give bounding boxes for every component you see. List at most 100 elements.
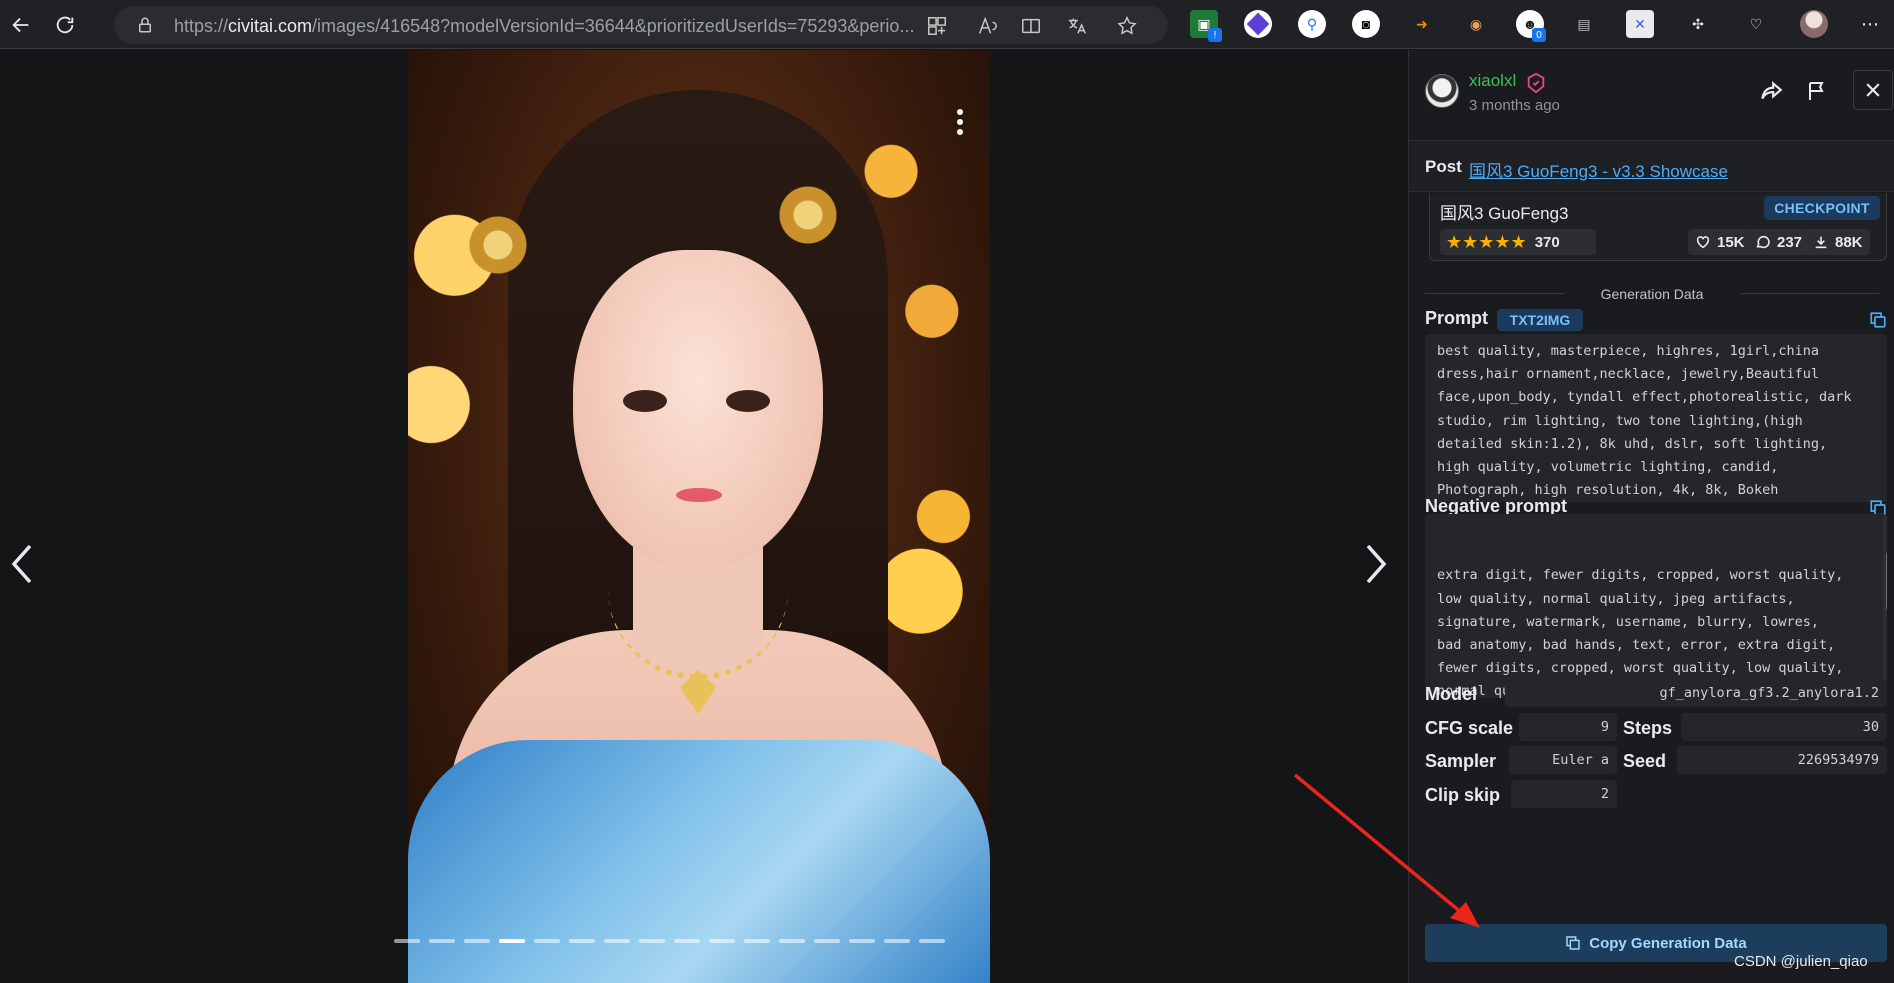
steps-label: Steps xyxy=(1623,718,1673,738)
image-lips xyxy=(676,488,722,502)
slide-indicator[interactable] xyxy=(429,939,455,943)
copy-icon xyxy=(1566,936,1580,950)
download-icon xyxy=(1815,236,1827,249)
model-card[interactable]: 国风3 GuoFeng3 CHECKPOINT ★★★★★ 370 15K 23… xyxy=(1429,193,1887,261)
username-link[interactable]: xiaolxl xyxy=(1469,71,1516,91)
image-dress xyxy=(408,740,990,983)
slide-indicator[interactable] xyxy=(709,939,735,943)
generation-data-divider: Generation Data xyxy=(1425,286,1879,302)
clip-skip-value: 2 xyxy=(1511,780,1617,808)
copy-generation-data-label: Copy Generation Data xyxy=(1589,934,1747,952)
copy-prompt-icon[interactable] xyxy=(1869,311,1887,329)
comments-stat: 237 xyxy=(1748,229,1810,255)
comment-icon xyxy=(1756,235,1770,249)
favorite-star-icon[interactable] xyxy=(1116,15,1138,37)
slide-indicator[interactable] xyxy=(814,939,840,943)
url-domain: civitai.com xyxy=(228,16,313,36)
image-options-icon[interactable] xyxy=(955,108,965,136)
extension-pin-icon[interactable]: ⚲ xyxy=(1298,10,1326,38)
extension-reader-icon[interactable]: ▤ xyxy=(1570,10,1598,38)
immersive-reader-icon[interactable] xyxy=(1020,15,1042,37)
seed-value: 2269534979 xyxy=(1677,746,1887,774)
read-aloud-icon[interactable] xyxy=(976,15,998,37)
post-label: Post xyxy=(1425,157,1462,176)
slide-indicator[interactable] xyxy=(639,939,665,943)
extension-mask-icon[interactable]: ◙ xyxy=(1352,10,1380,38)
avatar[interactable] xyxy=(1425,74,1459,108)
post-link[interactable]: 国风3 GuoFeng3 - v3.3 Showcase xyxy=(1469,157,1728,182)
comments-count: 237 xyxy=(1777,233,1803,251)
flag-icon xyxy=(1809,82,1824,100)
slide-indicator[interactable] xyxy=(849,939,875,943)
previous-image-button[interactable] xyxy=(8,540,36,588)
address-bar[interactable]: https://civitai.com/images/416548?modelV… xyxy=(114,6,1168,44)
watermark: CSDN @julien_qiao xyxy=(1734,953,1868,970)
profile-avatar-icon[interactable] xyxy=(1800,10,1828,38)
model-name[interactable]: 国风3 GuoFeng3 xyxy=(1440,199,1569,224)
slide-indicator[interactable] xyxy=(604,939,630,943)
slide-indicator[interactable] xyxy=(569,939,595,943)
likes-count: 15K xyxy=(1717,233,1745,251)
slide-indicator[interactable] xyxy=(884,939,910,943)
downloads-count: 88K xyxy=(1835,233,1863,251)
model-field-value: gf_anylora_gf3.2_anylora1.2 xyxy=(1505,679,1887,707)
image-hair-ornament-right xyxy=(778,170,838,260)
url-path: /images/416548?modelVersionId=36644&prio… xyxy=(312,16,915,36)
sampler-label: Sampler xyxy=(1425,751,1497,771)
share-button[interactable] xyxy=(1753,73,1789,109)
image-viewer xyxy=(0,50,1408,983)
negative-prompt-scrollbar[interactable]: ▲ ▼ xyxy=(1883,514,1887,698)
close-icon xyxy=(1866,83,1880,97)
back-button[interactable] xyxy=(4,8,38,42)
rating-count: 370 xyxy=(1534,233,1560,251)
slide-indicator[interactable] xyxy=(779,939,805,943)
report-button[interactable] xyxy=(1799,73,1835,109)
slide-indicator[interactable] xyxy=(744,939,770,943)
slide-indicator[interactable] xyxy=(534,939,560,943)
scroll-up-icon[interactable]: ▲ xyxy=(1886,517,1887,527)
extension-bird-icon[interactable]: ✕ xyxy=(1626,10,1654,38)
extension-cookie-icon[interactable]: ◉ xyxy=(1462,10,1490,38)
slide-indicator[interactable] xyxy=(394,939,420,943)
negative-prompt-box[interactable]: extra digit, fewer digits, cropped, wors… xyxy=(1425,514,1887,698)
prompt-type-badge: TXT2IMG xyxy=(1497,309,1583,331)
app-available-icon[interactable] xyxy=(926,15,948,37)
extensions-puzzle-icon[interactable]: ✣ xyxy=(1684,10,1712,38)
url-prefix: https:// xyxy=(174,16,229,36)
slide-indicator[interactable] xyxy=(499,939,525,943)
scrollbar-thumb[interactable] xyxy=(1886,550,1887,612)
model-field-label: Model xyxy=(1425,684,1477,704)
image-eye-left xyxy=(623,390,667,412)
close-button[interactable] xyxy=(1853,70,1893,110)
post-row: Post 国风3 GuoFeng3 - v3.3 Showcase xyxy=(1409,140,1894,192)
extension-cube-icon[interactable] xyxy=(1244,10,1272,38)
next-image-button[interactable] xyxy=(1362,540,1390,588)
generation-data-title: Generation Data xyxy=(1600,286,1704,302)
creator-badge-icon xyxy=(1527,72,1545,94)
reload-button[interactable] xyxy=(48,8,82,42)
divider-line-right xyxy=(1741,293,1879,294)
rating-stars-icon: ★★★★★ xyxy=(1446,231,1527,252)
more-menu-icon[interactable]: ⋯ xyxy=(1856,10,1884,38)
steps-value: 30 xyxy=(1681,713,1887,741)
share-icon xyxy=(1761,81,1783,100)
chevron-right-icon xyxy=(1366,544,1387,584)
slide-indicator[interactable] xyxy=(674,939,700,943)
clip-skip-label: Clip skip xyxy=(1425,785,1501,805)
slide-indicators xyxy=(394,939,945,943)
downloads-stat: 88K xyxy=(1806,229,1870,255)
post-time-ago: 3 months ago xyxy=(1469,97,1560,114)
likes-stat: 15K xyxy=(1688,229,1752,255)
seed-label: Seed xyxy=(1623,751,1667,771)
slide-indicator[interactable] xyxy=(919,939,945,943)
prompt-label: Prompt xyxy=(1425,308,1488,328)
lock-icon xyxy=(139,17,151,33)
url-text[interactable]: https://civitai.com/images/416548?modelV… xyxy=(174,16,1024,37)
translate-icon[interactable] xyxy=(1066,15,1088,37)
browser-essentials-icon[interactable]: ♡ xyxy=(1742,10,1770,38)
extension-arrow-icon[interactable]: ➜ xyxy=(1408,10,1436,38)
generated-image xyxy=(408,50,990,983)
negative-prompt-text: extra digit, fewer digits, cropped, wors… xyxy=(1437,567,1844,698)
slide-indicator[interactable] xyxy=(464,939,490,943)
browser-toolbar: https://civitai.com/images/416548?modelV… xyxy=(0,0,1894,49)
